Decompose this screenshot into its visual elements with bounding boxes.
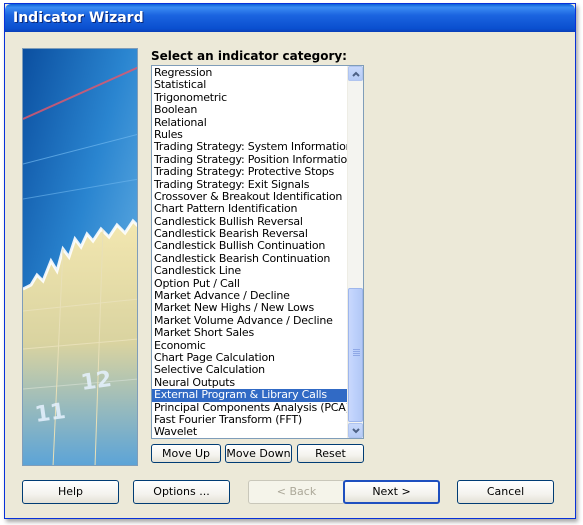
- list-item[interactable]: Market Advance / Decline: [152, 290, 347, 302]
- list-item[interactable]: Chart Pattern Identification: [152, 203, 347, 215]
- image-tick-label: 11: [33, 399, 67, 428]
- move-down-label: Move Down: [226, 447, 291, 460]
- title-bar[interactable]: Indicator Wizard: [5, 4, 575, 32]
- list-item[interactable]: Option Put / Call: [152, 278, 347, 290]
- list-item[interactable]: Crossover & Breakout Identification: [152, 191, 347, 203]
- help-button[interactable]: Help: [22, 480, 119, 504]
- next-button[interactable]: Next >: [343, 480, 440, 504]
- list-item[interactable]: Relational: [152, 117, 347, 129]
- wizard-side-image: 11 12: [22, 48, 138, 466]
- cancel-button[interactable]: Cancel: [457, 480, 554, 504]
- list-items: Regression Statistical Trigonometric Boolea…: [152, 67, 347, 438]
- category-label: Select an indicator category:: [151, 49, 347, 63]
- move-down-button[interactable]: Move Down: [225, 444, 292, 463]
- list-item[interactable]: Economic: [152, 340, 347, 352]
- list-item[interactable]: Trigonometric: [152, 92, 347, 104]
- chevron-up-icon: [352, 71, 360, 77]
- list-item[interactable]: Selective Calculation: [152, 364, 347, 376]
- indicator-category-list[interactable]: Regression Statistical Trigonometric Boolea…: [151, 65, 364, 439]
- list-item[interactable]: Candlestick Bearish Continuation: [152, 253, 347, 265]
- help-label: Help: [57, 485, 84, 498]
- list-item[interactable]: Wavelet: [152, 426, 347, 438]
- list-item[interactable]: Boolean: [152, 104, 347, 116]
- back-button[interactable]: < Back: [248, 480, 345, 504]
- options-label: Options ...: [153, 485, 210, 498]
- next-label: Next >: [372, 485, 411, 498]
- list-item[interactable]: Candlestick Bullish Reversal: [152, 216, 347, 228]
- list-item[interactable]: Trading Strategy: Position Information: [152, 154, 347, 166]
- reset-label: Reset: [315, 447, 346, 460]
- list-item[interactable]: External Program & Library Calls: [152, 389, 347, 402]
- scroll-thumb[interactable]: [348, 288, 363, 422]
- list-item[interactable]: Candlestick Bullish Continuation: [152, 240, 347, 252]
- scroll-up-button[interactable]: [348, 66, 363, 81]
- list-item[interactable]: Candlestick Bearish Reversal: [152, 228, 347, 240]
- chevron-down-icon: [352, 428, 360, 434]
- scroll-down-button[interactable]: [348, 423, 363, 438]
- indicator-wizard-dialog: Indicator Wizard 11 12 Select an indicat…: [4, 3, 576, 519]
- list-item[interactable]: Market Volume Advance / Decline: [152, 315, 347, 327]
- list-item[interactable]: Statistical: [152, 79, 347, 91]
- list-item[interactable]: Market New Highs / New Lows: [152, 302, 347, 314]
- cancel-label: Cancel: [486, 485, 525, 498]
- window-title: Indicator Wizard: [13, 10, 144, 26]
- list-item[interactable]: Chart Page Calculation: [152, 352, 347, 364]
- move-up-button[interactable]: Move Up: [151, 444, 221, 463]
- reset-button[interactable]: Reset: [297, 444, 364, 463]
- list-item[interactable]: Fast Fourier Transform (FFT): [152, 414, 347, 426]
- list-item[interactable]: Regression: [152, 67, 347, 79]
- list-item[interactable]: Neural Outputs: [152, 377, 347, 389]
- list-scrollbar[interactable]: [347, 66, 363, 438]
- image-tick-label: 12: [79, 367, 113, 396]
- list-item[interactable]: Trading Strategy: Exit Signals: [152, 179, 347, 191]
- back-label: < Back: [276, 485, 317, 498]
- list-item[interactable]: Market Short Sales: [152, 327, 347, 339]
- list-item[interactable]: Rules: [152, 129, 347, 141]
- options-button[interactable]: Options ...: [133, 480, 230, 504]
- list-item[interactable]: Trading Strategy: Protective Stops: [152, 166, 347, 178]
- list-item[interactable]: Candlestick Line: [152, 265, 347, 277]
- list-item[interactable]: Trading Strategy: System Information: [152, 141, 347, 153]
- list-item[interactable]: Principal Components Analysis (PCA): [152, 402, 347, 414]
- move-up-label: Move Up: [161, 447, 211, 460]
